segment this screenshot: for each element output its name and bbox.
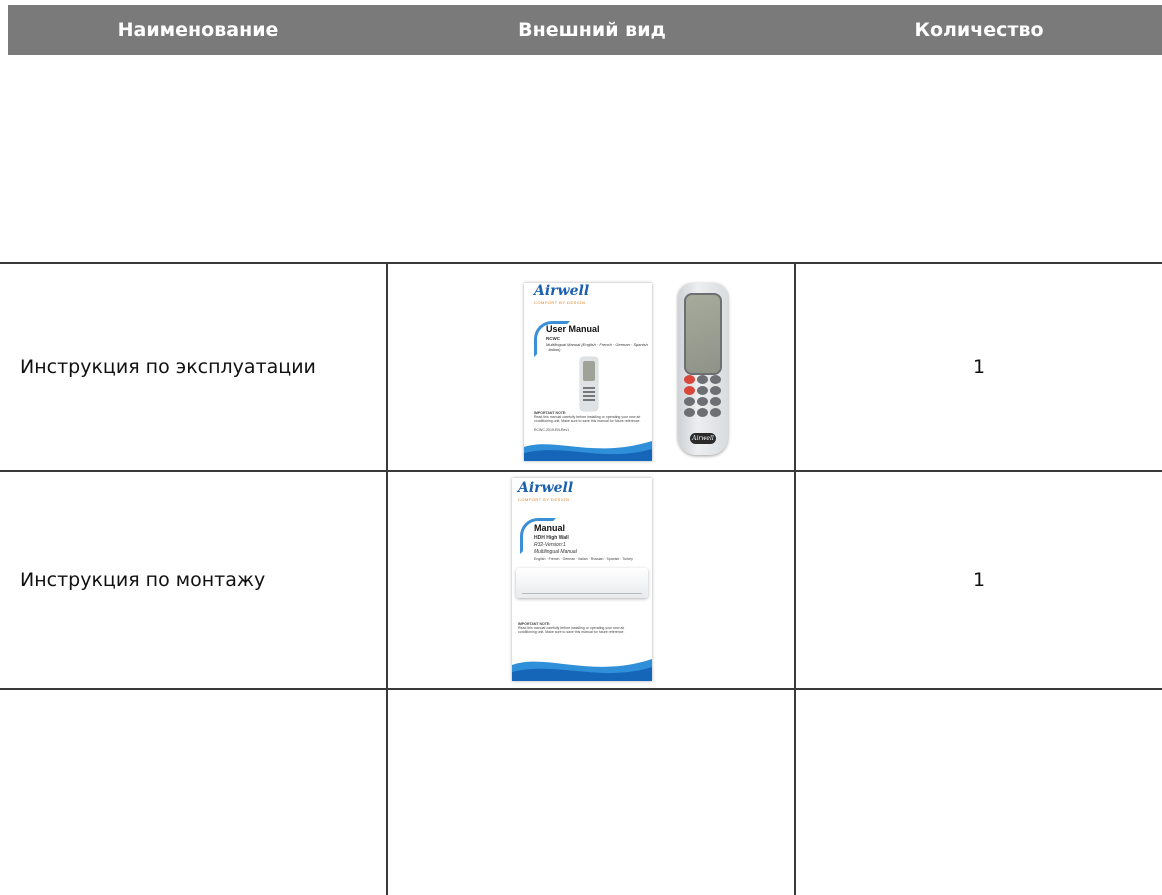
cover-wave-graphic (524, 441, 652, 461)
header-appearance: Внешний вид (518, 19, 666, 41)
remote-key (697, 408, 708, 417)
cover-note-text: Read this manual carefully before instal… (534, 415, 641, 423)
cover-languages: Multilingual Manual (English · French · … (546, 342, 648, 352)
row2-name: Инструкция по монтажу (20, 569, 266, 591)
remote-key (697, 386, 708, 395)
cover-title: User Manual (546, 324, 600, 334)
remote-key (684, 408, 695, 417)
cover-code: RCWC-2019-EN-Rev1 (534, 428, 570, 432)
remote-key (710, 397, 721, 406)
remote-control-image: Airwell (678, 283, 728, 455)
remote-key (710, 408, 721, 417)
row2-quantity: 1 (972, 569, 986, 591)
cover-version: R32-Version:1 (534, 542, 566, 548)
remote-brand-badge: Airwell (690, 433, 716, 444)
cover-remote-thumbnail (580, 357, 598, 411)
user-manual-cover-image: Airwell COMFORT BY DESIGN User Manual RC… (524, 283, 652, 461)
remote-screen (684, 293, 722, 375)
brand-tagline: COMFORT BY DESIGN (534, 300, 586, 305)
remote-key (710, 375, 721, 384)
cover-indoor-unit-picture (516, 568, 648, 598)
remote-key (697, 375, 708, 384)
remote-key (684, 386, 695, 395)
cover-title: Manual (534, 523, 566, 533)
brand-logo: Airwell (518, 480, 574, 496)
remote-key (684, 375, 695, 384)
cover-multilingual: Multilingual Manual (534, 549, 577, 555)
header-name: Наименование (117, 19, 279, 41)
cover-model: HDH High Wall (534, 535, 569, 541)
header-quantity: Количество (914, 19, 1044, 41)
brand-logo: Airwell (534, 283, 590, 299)
remote-key (697, 397, 708, 406)
row1-quantity: 1 (972, 356, 986, 378)
row-divider-2 (0, 688, 1162, 690)
remote-key (684, 397, 695, 406)
brand-tagline: COMFORT BY DESIGN (518, 497, 570, 502)
remote-key (710, 386, 721, 395)
row1-name: Инструкция по эксплуатации (20, 356, 316, 378)
cover-note-text: Read this manual carefully before instal… (518, 626, 625, 634)
cover-languages: English · French · German · Italian · Ru… (534, 557, 633, 561)
col-divider-1 (386, 262, 388, 895)
installation-manual-cover-image: Airwell COMFORT BY DESIGN Manual HDH Hig… (512, 478, 652, 681)
cover-wave-graphic (512, 659, 652, 681)
cover-model: RCWC (546, 336, 560, 341)
